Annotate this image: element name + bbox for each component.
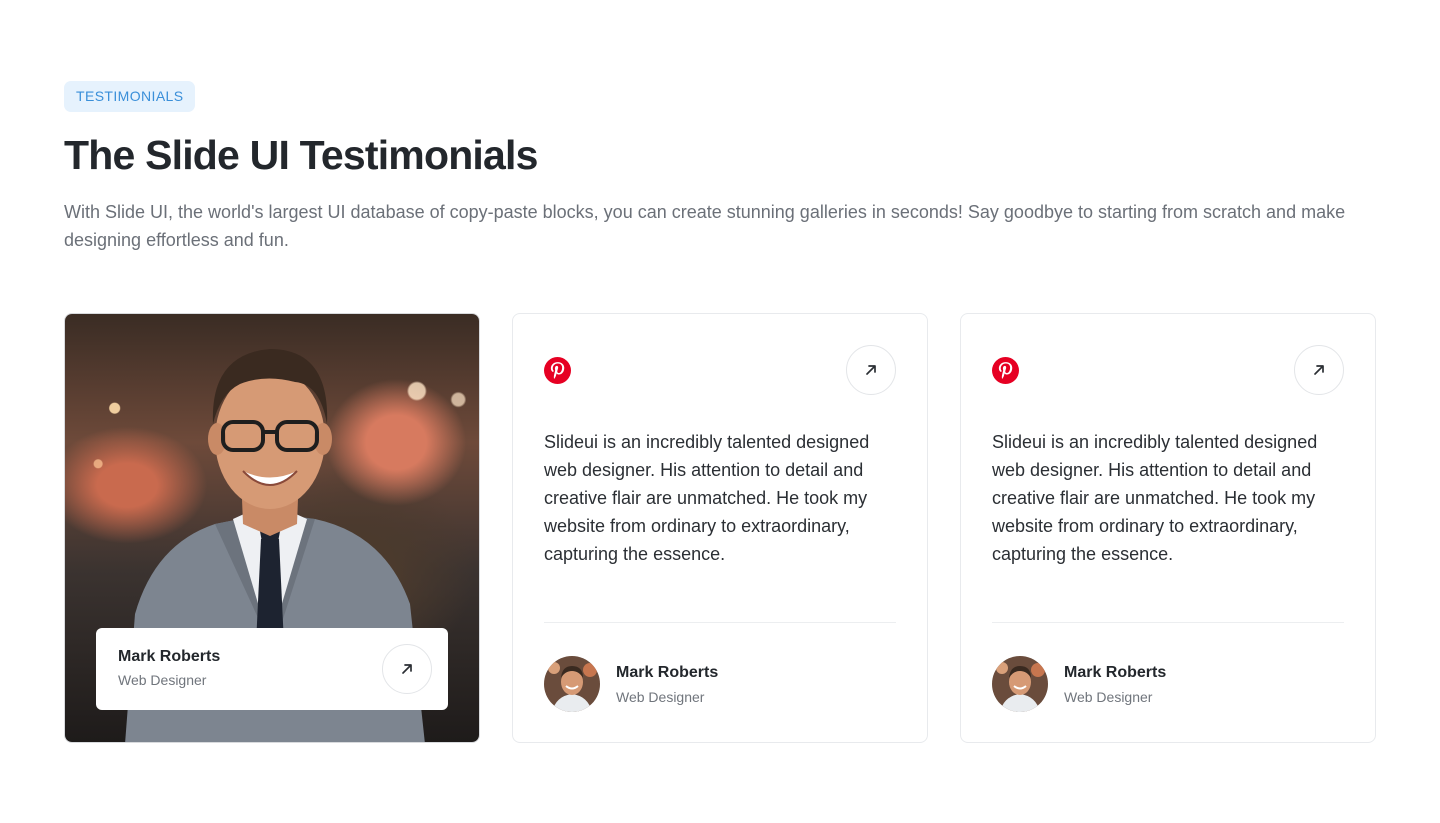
author-role: Web Designer: [1064, 688, 1153, 705]
testimonial-card: Slideui is an incredibly talented design…: [960, 313, 1376, 743]
author-name: Mark Roberts: [118, 648, 221, 665]
pinterest-icon: [992, 357, 1019, 384]
arrow-up-right-icon: [402, 664, 412, 674]
arrow-up-right-icon: [866, 365, 876, 375]
testimonial-quote: Slideui is an incredibly talented design…: [992, 432, 1318, 564]
testimonial-quote: Slideui is an incredibly talented design…: [544, 432, 870, 564]
author-role: Web Designer: [118, 672, 207, 688]
open-testimonial-button[interactable]: [1294, 345, 1344, 395]
testimonial-photo-card: Mark Roberts Web Designer: [64, 313, 480, 743]
testimonial-card: Slideui is an incredibly talented design…: [512, 313, 928, 743]
open-testimonial-button[interactable]: [382, 644, 432, 694]
photo-card-info: Mark Roberts Web Designer: [96, 628, 448, 710]
avatar: [992, 656, 1048, 712]
card-divider: [992, 622, 1344, 623]
author-block: Mark Roberts Web Designer: [992, 656, 1166, 712]
avatar: [544, 656, 600, 712]
testimonial-cards: Mark Roberts Web Designer Slideui is an …: [64, 313, 1376, 743]
open-testimonial-button[interactable]: [846, 345, 896, 395]
author-role: Web Designer: [616, 688, 705, 705]
arrow-up-right-icon: [1314, 365, 1324, 375]
page-title: The Slide UI Testimonials: [64, 132, 538, 178]
author-block: Mark Roberts Web Designer: [544, 656, 718, 712]
page-subtitle: With Slide UI, the world's largest UI da…: [64, 202, 1346, 250]
author-name: Mark Roberts: [616, 663, 719, 681]
section-badge: TESTIMONIALS: [64, 81, 196, 112]
author-name: Mark Roberts: [1064, 663, 1167, 681]
card-divider: [544, 622, 896, 623]
pinterest-icon: [544, 357, 571, 384]
testimonials-header: TESTIMONIALS The Slide UI Testimonials W…: [64, 81, 1376, 254]
